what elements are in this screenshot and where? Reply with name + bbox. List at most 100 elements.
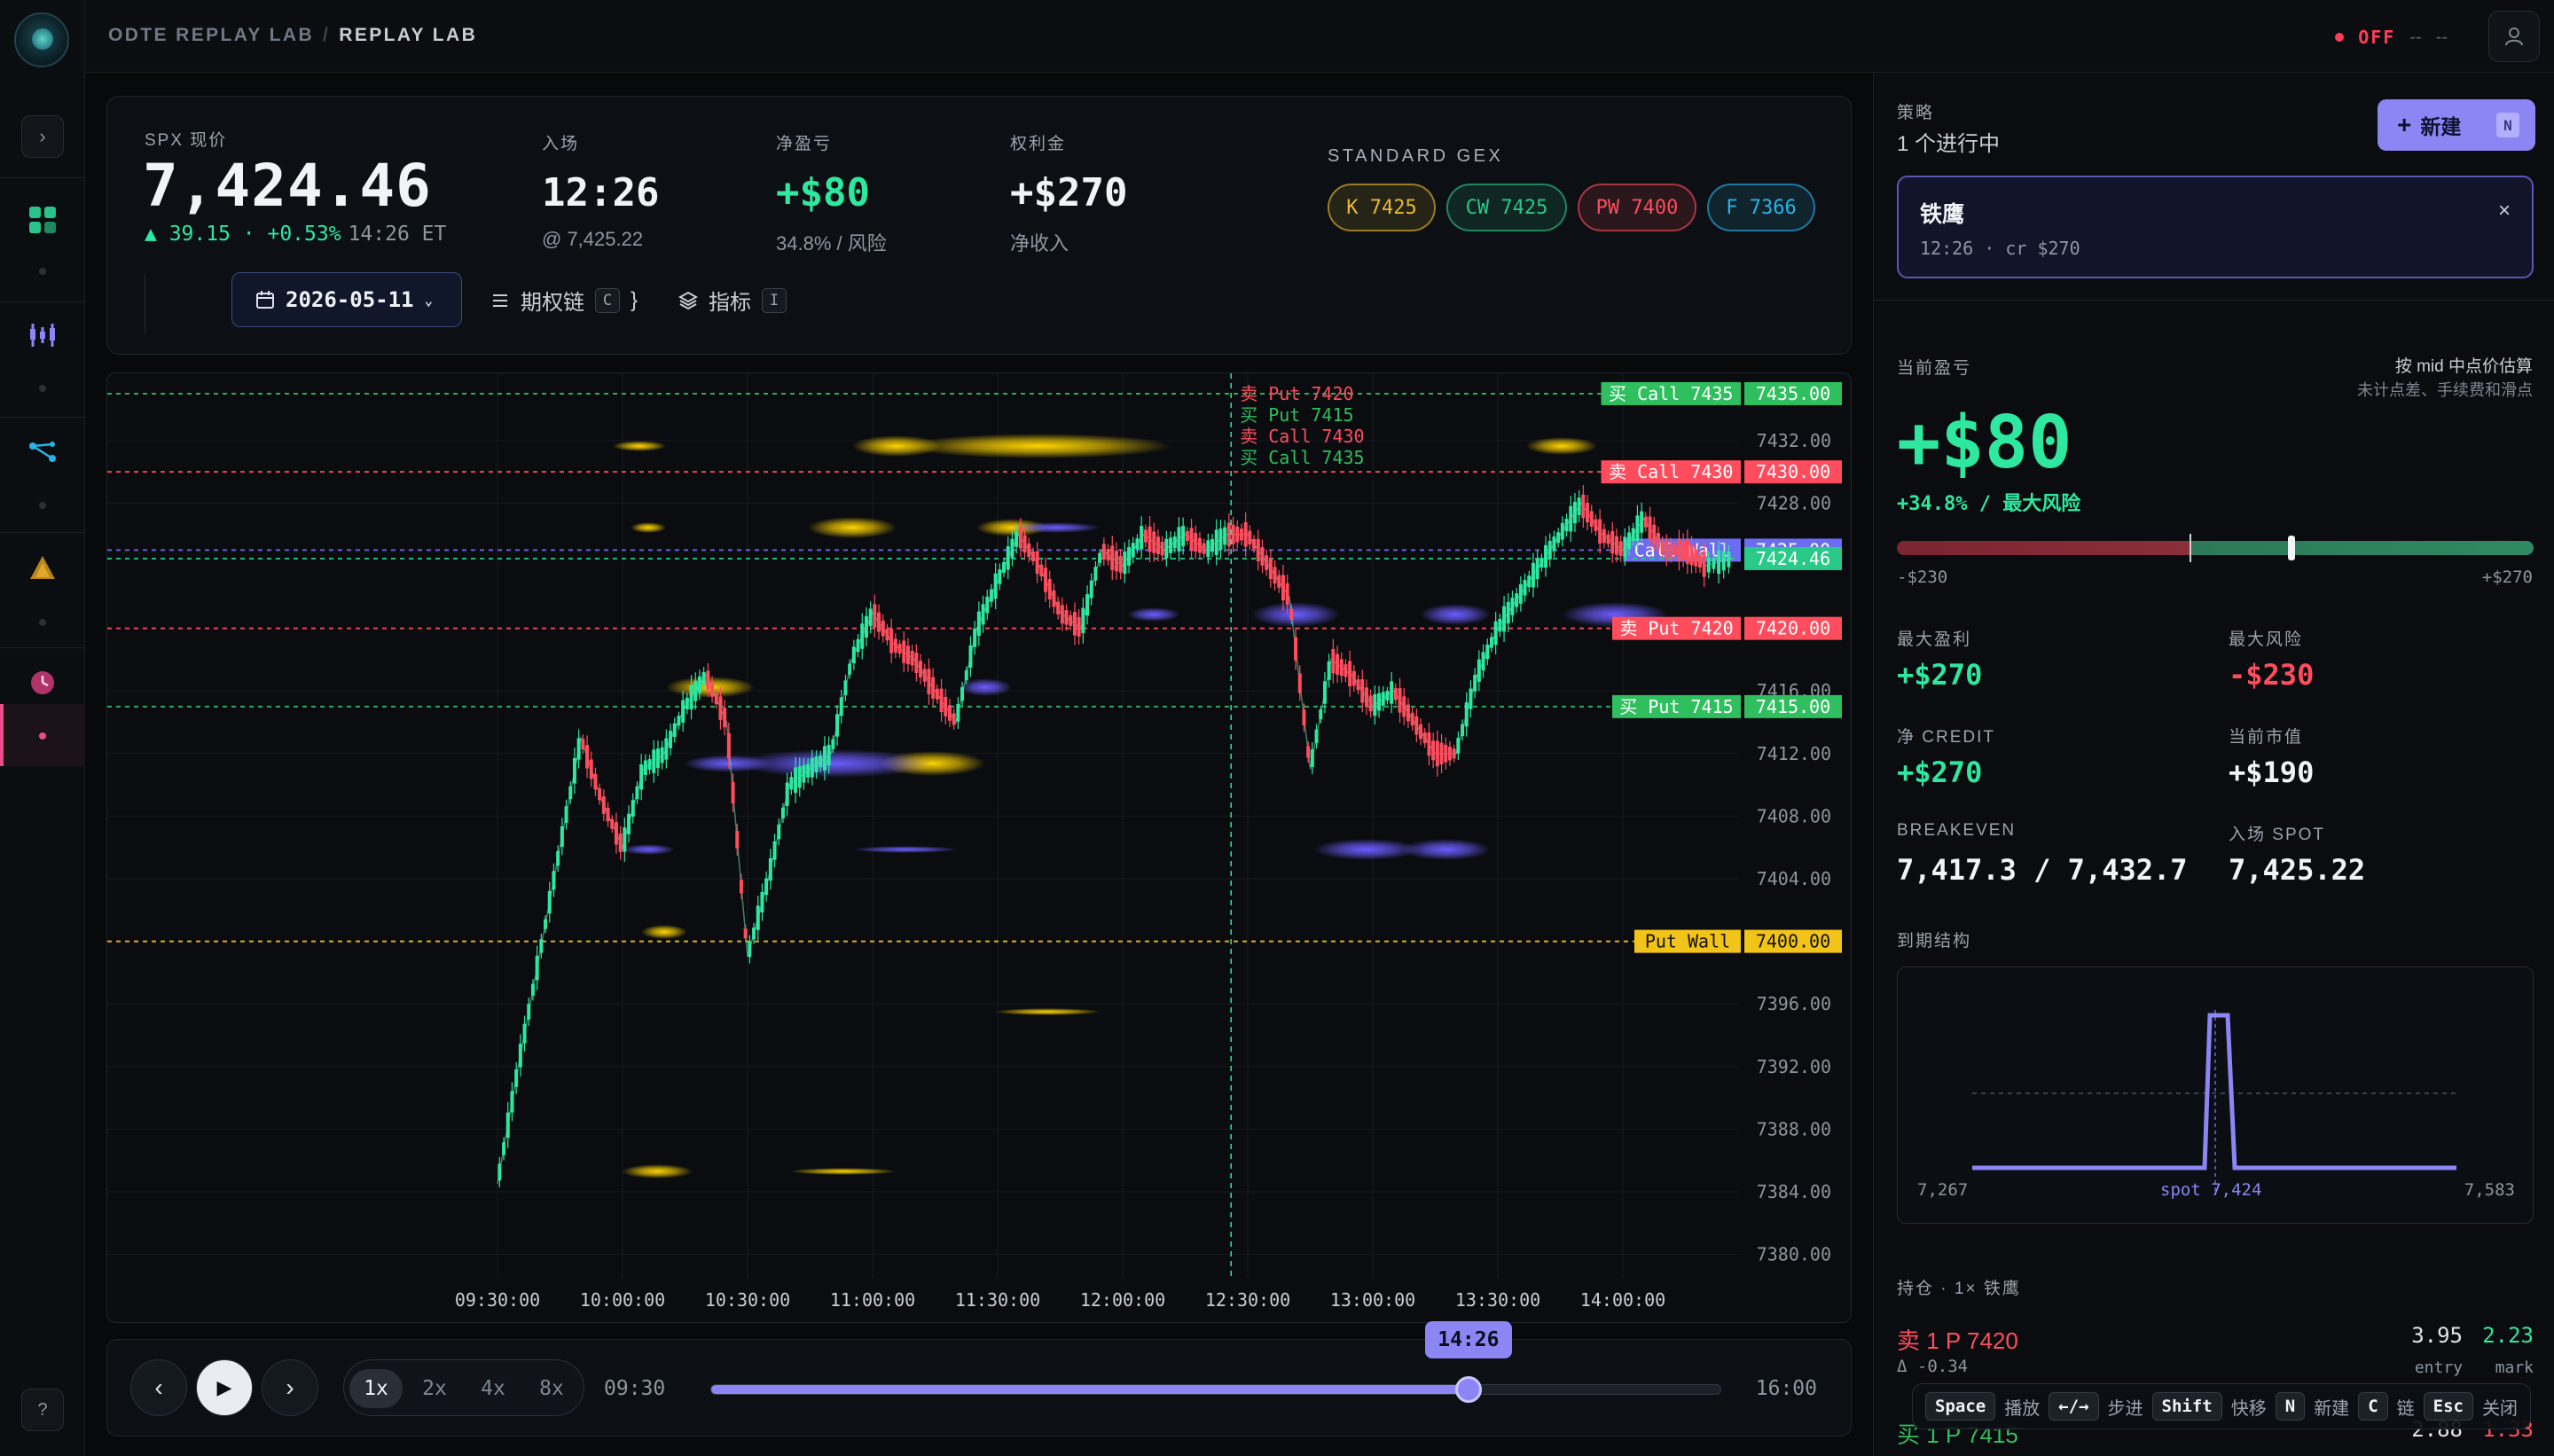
chevron-right-icon: › (286, 1374, 294, 1401)
price-chart[interactable]: 7432.00 7428.00 7416.00 7412.00 7408.00 7404.… (106, 372, 1852, 1323)
new-strategy-button[interactable]: + 新建 N (2378, 99, 2535, 151)
expiry-min: 7,267 (1917, 1180, 1969, 1200)
chart-canvas[interactable]: 7432.007428.007416.007412.007408.007404.… (107, 373, 1852, 1323)
option-chain-button[interactable]: 期权链 C } (490, 285, 638, 316)
status-dot-icon (2335, 33, 2345, 42)
candle-body (1447, 747, 1452, 761)
premium-sub: 净收入 (1010, 232, 1069, 254)
level-price-label: 7430.00 (1756, 461, 1830, 482)
candle-body (760, 891, 764, 913)
candle-body (560, 826, 564, 847)
step-forward-button[interactable]: › (262, 1359, 318, 1416)
candle-body (1202, 543, 1206, 554)
y-tick-label: 7412.00 (1757, 743, 1831, 764)
candle-body (589, 759, 593, 779)
gex-pill-put-wall[interactable]: PW 7400 (1578, 184, 1696, 231)
candle-body (768, 857, 772, 881)
candle-body (1669, 543, 1673, 558)
candle-body (1319, 709, 1323, 720)
gex-heat-blob (1402, 839, 1491, 860)
close-icon[interactable]: × (2498, 199, 2511, 223)
candle-body (919, 661, 923, 677)
strategy-card-sub: 12:26 · cr $270 (1920, 238, 2080, 259)
shortcut-key: Space (1925, 1392, 1996, 1421)
candle-body (1030, 551, 1035, 561)
step-back-button[interactable]: ‹ (130, 1359, 187, 1416)
breadcrumb-root[interactable]: ODTE REPLAY LAB (108, 25, 314, 45)
network-icon[interactable] (21, 431, 64, 474)
date-picker-button[interactable]: 2026-05-11 ⌄ (231, 272, 462, 327)
candle-body (764, 878, 769, 896)
strategy-card[interactable]: 铁鹰 12:26 · cr $270 × (1897, 176, 2534, 278)
triangle-icon[interactable] (21, 546, 64, 589)
speed-1x[interactable]: 1x (349, 1369, 403, 1408)
candle-body (539, 939, 544, 953)
candle-body (505, 1112, 510, 1139)
candle-body (1539, 558, 1544, 568)
candle-body (1606, 534, 1610, 544)
clock-icon[interactable] (21, 661, 64, 704)
candle-body (1469, 688, 1473, 709)
candle-body (1373, 694, 1377, 716)
candle-body (1618, 541, 1623, 556)
candle-body (1118, 555, 1123, 573)
candle-body (964, 670, 968, 681)
gex-heat-blob (1251, 602, 1340, 627)
timeline-slider[interactable]: 14:26 (710, 1321, 1721, 1403)
candle-body (1072, 612, 1077, 636)
x-tick-label: 13:30:00 (1455, 1289, 1540, 1311)
candle-body (1498, 618, 1502, 632)
speed-8x[interactable]: 8x (525, 1369, 578, 1408)
gex-pill-king[interactable]: K 7425 (1328, 184, 1436, 231)
gex-pill-flip[interactable]: F 7366 (1707, 184, 1815, 231)
candle-body (814, 756, 819, 772)
expand-rail-button[interactable]: › (21, 115, 64, 158)
timeline-handle[interactable] (1454, 1376, 1482, 1403)
candle-body (1297, 673, 1302, 693)
candle-body (1390, 681, 1394, 704)
candle-body (1172, 536, 1177, 549)
dashboard-icon[interactable] (21, 199, 64, 241)
candles-icon[interactable] (21, 314, 64, 356)
candle-body (685, 697, 689, 709)
entry-annotation: 买 Call 7435 (1240, 447, 1364, 468)
candle-body (797, 766, 802, 788)
y-tick-label: 7428.00 (1757, 492, 1831, 513)
candle-body (1648, 516, 1652, 540)
play-button[interactable]: ▶ (196, 1359, 253, 1416)
candle-body (1131, 543, 1135, 558)
help-button[interactable]: ? (21, 1389, 64, 1431)
x-tick-label: 12:30:00 (1205, 1289, 1290, 1311)
candle-body (1623, 536, 1627, 558)
candle-body (1302, 709, 1306, 726)
candle-body (706, 670, 710, 690)
candle-body (643, 760, 647, 775)
user-button[interactable] (2488, 11, 2540, 62)
strategy-count: 1 个进行中 (1897, 132, 2001, 156)
candle-body (639, 763, 644, 790)
candle-body (731, 781, 735, 804)
candle-body (1602, 528, 1606, 544)
speed-2x[interactable]: 2x (408, 1369, 461, 1408)
gex-pill-call-wall[interactable]: CW 7425 (1446, 184, 1567, 231)
speed-4x[interactable]: 4x (466, 1369, 520, 1408)
shortcut-key: N (2275, 1392, 2306, 1421)
candle-body (552, 871, 556, 890)
chevron-left-icon: ‹ (154, 1374, 163, 1401)
candle-body (993, 573, 998, 599)
candle-body (735, 830, 740, 849)
status-dash-1: -- (2409, 27, 2422, 47)
candle-body (1598, 519, 1602, 544)
risk-bar (1897, 534, 2534, 562)
indicators-button[interactable]: 指标 I (678, 285, 787, 316)
pnl-sub: 34.8% / 风险 (776, 232, 887, 254)
candle-body (1368, 695, 1373, 712)
gex-heat-blob (622, 844, 675, 855)
x-tick-label: 11:30:00 (955, 1289, 1040, 1311)
candle-body (1427, 732, 1431, 756)
gex-heat-blob (622, 1164, 693, 1178)
calendar-icon (256, 291, 274, 309)
candle-body (1377, 693, 1382, 711)
x-tick-label: 10:30:00 (705, 1289, 790, 1311)
candle-body (1027, 543, 1031, 558)
